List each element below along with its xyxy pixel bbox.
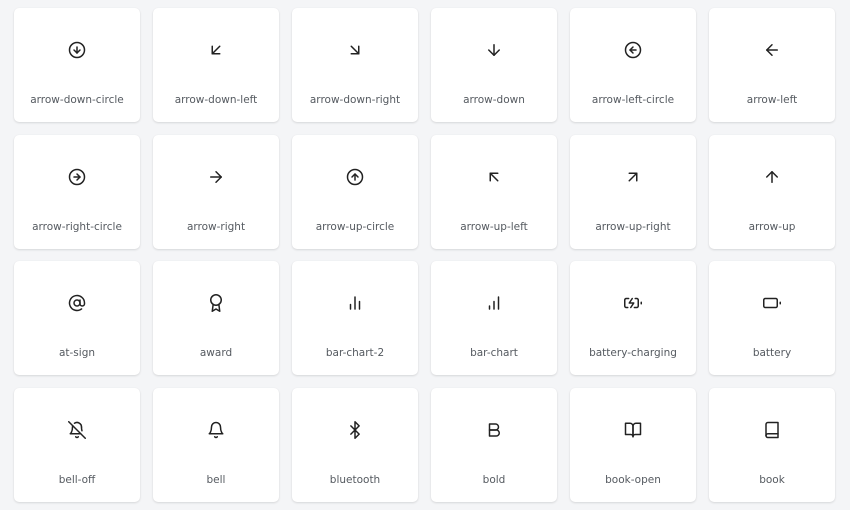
icon-card-bell[interactable]: bell bbox=[153, 387, 279, 502]
icon-card-award[interactable]: award bbox=[153, 261, 279, 375]
icon-label: arrow-up-left bbox=[460, 220, 528, 233]
award-icon bbox=[207, 294, 225, 312]
bell-icon bbox=[207, 421, 225, 439]
arrow-down-circle-icon bbox=[68, 41, 86, 59]
icon-label: bell-off bbox=[58, 473, 96, 486]
icon-label: arrow-up-circle bbox=[315, 220, 395, 233]
icon-card-arrow-right-circle[interactable]: arrow-right-circle bbox=[14, 134, 140, 249]
icon-card-arrow-down-circle[interactable]: arrow-down-circle bbox=[14, 8, 140, 122]
icon-card-arrow-left-circle[interactable]: arrow-left-circle bbox=[570, 8, 696, 122]
icon-label: arrow-up bbox=[748, 220, 796, 233]
arrow-down-left-icon bbox=[207, 41, 225, 59]
icon-card-bluetooth[interactable]: bluetooth bbox=[292, 387, 418, 502]
icon-card-book[interactable]: book bbox=[709, 387, 835, 502]
icon-label: arrow-right bbox=[186, 220, 246, 233]
icon-card-arrow-up-circle[interactable]: arrow-up-circle bbox=[292, 134, 418, 249]
arrow-right-icon bbox=[207, 168, 225, 186]
icon-card-arrow-up[interactable]: arrow-up bbox=[709, 134, 835, 249]
icon-card-battery-charging[interactable]: battery-charging bbox=[570, 261, 696, 375]
arrow-down-icon bbox=[485, 41, 503, 59]
icon-card-arrow-down-left[interactable]: arrow-down-left bbox=[153, 8, 279, 122]
arrow-up-left-icon bbox=[485, 168, 503, 186]
icon-card-arrow-down[interactable]: arrow-down bbox=[431, 8, 557, 122]
icon-label: arrow-left bbox=[746, 94, 798, 106]
icon-label: bluetooth bbox=[329, 473, 381, 486]
icon-card-arrow-down-right[interactable]: arrow-down-right bbox=[292, 8, 418, 122]
bold-icon bbox=[485, 421, 503, 439]
icon-card-bell-off[interactable]: bell-off bbox=[14, 387, 140, 502]
icon-label: battery-charging bbox=[589, 347, 677, 359]
icon-label: bar-chart bbox=[470, 347, 518, 359]
icon-label: arrow-left-circle bbox=[591, 94, 675, 106]
icon-label: book-open bbox=[605, 473, 661, 486]
icon-label: battery bbox=[752, 347, 792, 359]
icon-label: arrow-down-circle bbox=[30, 94, 124, 106]
arrow-down-right-icon bbox=[346, 41, 364, 59]
icon-card-book-open[interactable]: book-open bbox=[570, 387, 696, 502]
book-open-icon bbox=[624, 421, 642, 439]
arrow-up-right-icon bbox=[624, 168, 642, 186]
icon-label: at-sign bbox=[58, 347, 96, 359]
icon-card-arrow-right[interactable]: arrow-right bbox=[153, 134, 279, 249]
icon-label: bar-chart-2 bbox=[325, 347, 385, 359]
icon-label: arrow-right-circle bbox=[32, 220, 122, 233]
icon-label: bold bbox=[482, 473, 506, 486]
icon-card-bar-chart-2[interactable]: bar-chart-2 bbox=[292, 261, 418, 375]
icon-card-bar-chart[interactable]: bar-chart bbox=[431, 261, 557, 375]
arrow-up-circle-icon bbox=[346, 168, 364, 186]
icon-card-arrow-up-right[interactable]: arrow-up-right bbox=[570, 134, 696, 249]
bluetooth-icon bbox=[346, 420, 364, 439]
icon-card-arrow-up-left[interactable]: arrow-up-left bbox=[431, 134, 557, 249]
battery-charging-icon bbox=[624, 294, 642, 312]
arrow-up-icon bbox=[763, 168, 781, 186]
bar-chart-2-icon bbox=[346, 294, 364, 312]
icon-grid: arrow-down-circle arrow-down-left arrow-… bbox=[14, 8, 835, 502]
arrow-right-circle-icon bbox=[68, 168, 86, 186]
icon-card-arrow-left[interactable]: arrow-left bbox=[709, 8, 835, 122]
icon-card-bold[interactable]: bold bbox=[431, 387, 557, 502]
battery-icon bbox=[763, 294, 781, 312]
bell-off-icon bbox=[68, 420, 86, 439]
arrow-left-circle-icon bbox=[624, 41, 642, 59]
at-sign-icon bbox=[68, 294, 86, 312]
icon-label: arrow-down bbox=[463, 94, 525, 106]
arrow-left-icon bbox=[763, 41, 781, 59]
icon-label: arrow-up-right bbox=[595, 220, 671, 233]
icon-card-battery[interactable]: battery bbox=[709, 261, 835, 375]
book-icon bbox=[763, 421, 781, 439]
bar-chart-icon bbox=[485, 294, 503, 312]
icon-label: book bbox=[759, 473, 785, 486]
icon-card-at-sign[interactable]: at-sign bbox=[14, 261, 140, 375]
icon-label: bell bbox=[206, 473, 226, 486]
icon-label: arrow-down-right bbox=[309, 94, 401, 106]
icon-label: arrow-down-left bbox=[174, 94, 258, 106]
icon-label: award bbox=[199, 347, 233, 359]
